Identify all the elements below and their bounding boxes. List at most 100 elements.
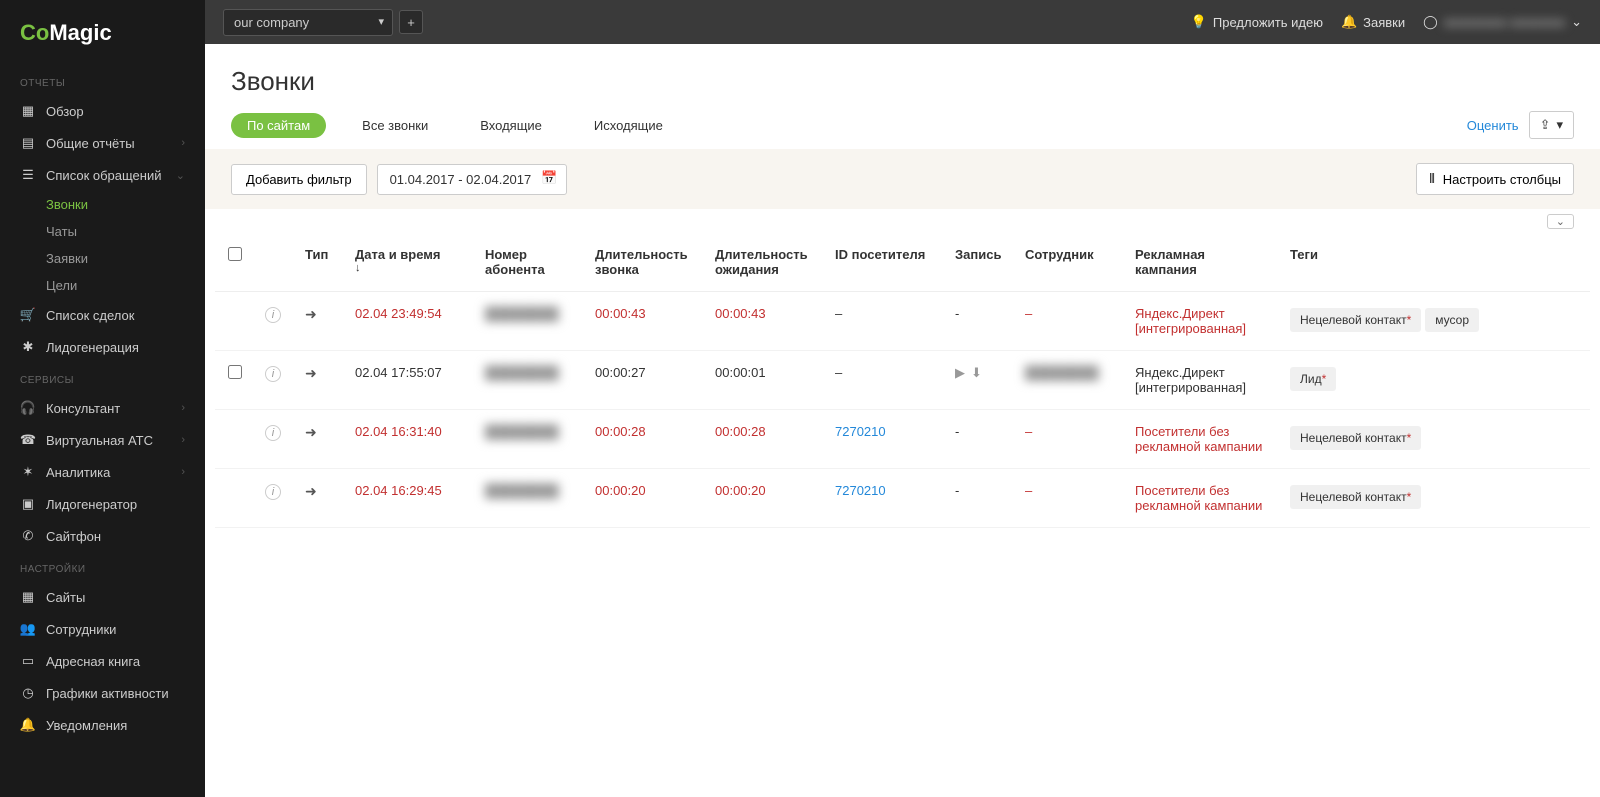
header-caller-number[interactable]: Номер абонента: [475, 233, 585, 292]
info-icon[interactable]: i: [265, 307, 281, 323]
users-icon: 👥: [20, 621, 36, 637]
sidebar-item-overview[interactable]: ▦ Обзор: [0, 95, 205, 127]
sidebar-item-sitephone[interactable]: ✆ Сайтфон: [0, 520, 205, 552]
row-checkbox[interactable]: [228, 365, 242, 379]
cell-tags: Нецелевой контакт*мусор: [1280, 292, 1590, 351]
sidebar-sub-goals[interactable]: Цели: [46, 272, 205, 299]
cell-info: i: [255, 410, 295, 469]
cell-call-duration: 00:00:43: [585, 292, 705, 351]
export-button[interactable]: ⇪ ▾: [1529, 111, 1574, 139]
cell-info: i: [255, 351, 295, 410]
cell-caller-number: ████████: [475, 469, 585, 528]
cell-caller-number: ████████: [475, 351, 585, 410]
sidebar-item-employees[interactable]: 👥 Сотрудники: [0, 613, 205, 645]
sidebar-item-sites[interactable]: ▦ Сайты: [0, 581, 205, 613]
header-visitor-id[interactable]: ID посетителя: [825, 233, 945, 292]
header-campaign[interactable]: Рекламная кампания: [1125, 233, 1280, 292]
topbar: our company + 💡 Предложить идею 🔔 Заявки…: [205, 0, 1600, 44]
sidebar-item-request-list[interactable]: ☰ Список обращений ⌄: [0, 159, 205, 191]
collapse-toggle[interactable]: ⌄: [1547, 214, 1574, 229]
caller-number-masked: ████████: [485, 424, 559, 439]
cell-campaign: Яндекс.Директ [интегрированная]: [1125, 351, 1280, 410]
sidebar-item-virtual-pbx[interactable]: ☎ Виртуальная АТС ›: [0, 424, 205, 456]
bell-icon: 🔔: [20, 717, 36, 733]
tag[interactable]: Нецелевой контакт*: [1290, 308, 1421, 332]
tab-by-sites[interactable]: По сайтам: [231, 113, 326, 138]
lightbulb-icon: 💡: [1191, 14, 1207, 30]
chevron-down-icon: ⌄: [1571, 14, 1582, 30]
suggest-idea-link[interactable]: 💡 Предложить идею: [1191, 14, 1323, 30]
header-recording[interactable]: Запись: [945, 233, 1015, 292]
sidebar-sub-requests[interactable]: Заявки: [46, 245, 205, 272]
sidebar-sub-chats[interactable]: Чаты: [46, 218, 205, 245]
user-menu[interactable]: ◯ ■■■■■■■■ ■■■■■■■ ⌄: [1423, 14, 1582, 30]
columns-icon: ⫴: [1429, 171, 1434, 187]
tab-all-calls[interactable]: Все звонки: [346, 113, 444, 138]
sidebar-item-activity-schedules[interactable]: ◷ Графики активности: [0, 677, 205, 709]
info-icon[interactable]: i: [265, 366, 281, 382]
sidebar-item-consultant[interactable]: 🎧 Консультант ›: [0, 392, 205, 424]
sidebar-item-label: Общие отчёты: [46, 136, 135, 151]
company-select[interactable]: our company: [223, 9, 393, 36]
cell-caller-number: ████████: [475, 292, 585, 351]
play-icon[interactable]: ▶: [955, 365, 965, 380]
cell-campaign: Посетители без рекламной кампании: [1125, 410, 1280, 469]
table-row: i➜02.04 16:29:45████████00:00:2000:00:20…: [215, 469, 1590, 528]
sidebar-item-leadgen[interactable]: ✱ Лидогенерация: [0, 331, 205, 363]
sidebar-item-address-book[interactable]: ▭ Адресная книга: [0, 645, 205, 677]
bell-icon: 🔔: [1341, 14, 1357, 30]
sidebar-item-analytics[interactable]: ✶ Аналитика ›: [0, 456, 205, 488]
configure-columns-button[interactable]: ⫴ Настроить столбцы: [1416, 163, 1574, 195]
cell-info: i: [255, 292, 295, 351]
sidebar-item-general-reports[interactable]: ▤ Общие отчёты ›: [0, 127, 205, 159]
tag-star-icon: *: [1407, 431, 1412, 445]
header-info: [255, 233, 295, 292]
cell-employee: –: [1015, 292, 1125, 351]
info-icon[interactable]: i: [265, 484, 281, 500]
company-select-value: our company: [234, 15, 309, 30]
sidebar-sub-calls[interactable]: Звонки: [46, 191, 205, 218]
phone-icon: ☎: [20, 432, 36, 448]
tag[interactable]: Нецелевой контакт*: [1290, 485, 1421, 509]
tag[interactable]: Лид*: [1290, 367, 1336, 391]
rate-link[interactable]: Оценить: [1467, 118, 1519, 133]
cell-type: ➜: [295, 410, 345, 469]
cell-visitor-id[interactable]: 7270210: [825, 469, 945, 528]
sidebar-item-label: Аналитика: [46, 465, 110, 480]
outgoing-arrow-icon: ➜: [305, 483, 317, 499]
book-icon: ▭: [20, 653, 36, 669]
requests-link[interactable]: 🔔 Заявки: [1341, 14, 1405, 30]
tag[interactable]: Нецелевой контакт*: [1290, 426, 1421, 450]
cell-employee: –: [1015, 410, 1125, 469]
add-filter-button[interactable]: Добавить фильтр: [231, 164, 367, 195]
header-employee[interactable]: Сотрудник: [1015, 233, 1125, 292]
header-type[interactable]: Тип: [295, 233, 345, 292]
cell-tags: Нецелевой контакт*: [1280, 469, 1590, 528]
info-icon[interactable]: i: [265, 425, 281, 441]
nav-section-services: СЕРВИСЫ: [0, 363, 205, 392]
header-datetime[interactable]: Дата и время ↓: [345, 233, 475, 292]
add-company-button[interactable]: +: [399, 10, 423, 34]
tab-incoming[interactable]: Входящие: [464, 113, 558, 138]
sidebar-item-label: Сайтфон: [46, 529, 101, 544]
header-call-duration[interactable]: Длительность звонка: [585, 233, 705, 292]
date-range-picker[interactable]: 01.04.2017 - 02.04.2017 📅: [377, 164, 567, 195]
caller-number-masked: ████████: [485, 306, 559, 321]
tab-outgoing[interactable]: Исходящие: [578, 113, 679, 138]
cell-visitor-id[interactable]: 7270210: [825, 410, 945, 469]
header-wait-duration[interactable]: Длительность ожидания: [705, 233, 825, 292]
collapse-row: ⌄: [205, 209, 1600, 233]
employee-masked: ████████: [1025, 365, 1099, 380]
tag[interactable]: мусор: [1425, 308, 1479, 332]
sidebar-item-notifications[interactable]: 🔔 Уведомления: [0, 709, 205, 741]
sidebar-item-lead-generator[interactable]: ▣ Лидогенератор: [0, 488, 205, 520]
filter-bar: Добавить фильтр 01.04.2017 - 02.04.2017 …: [205, 149, 1600, 209]
logo: CoMagic: [0, 0, 205, 66]
header-tags[interactable]: Теги: [1280, 233, 1590, 292]
sidebar-item-deals[interactable]: 🛒 Список сделок: [0, 299, 205, 331]
cell-datetime: 02.04 16:29:45: [345, 469, 475, 528]
download-icon[interactable]: ⬇: [971, 365, 982, 380]
cell-datetime: 02.04 16:31:40: [345, 410, 475, 469]
cell-checkbox: [215, 410, 255, 469]
select-all-checkbox[interactable]: [228, 247, 242, 261]
